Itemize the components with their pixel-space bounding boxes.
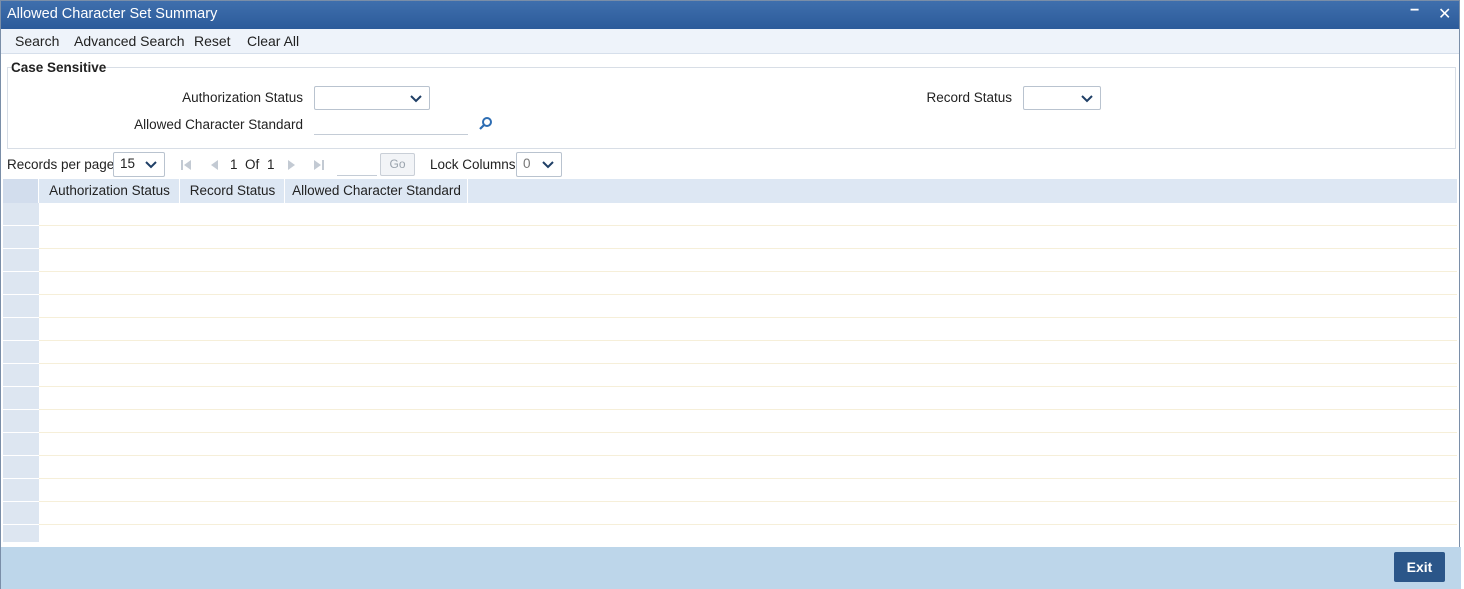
grid-header: Authorization Status Record Status Allow… bbox=[3, 179, 1457, 203]
table-row[interactable] bbox=[3, 387, 1457, 410]
chevron-down-icon bbox=[1081, 95, 1093, 103]
authorization-status-select[interactable] bbox=[314, 86, 430, 110]
reset-button[interactable]: Reset bbox=[194, 33, 231, 49]
table-row[interactable] bbox=[3, 433, 1457, 456]
case-sensitive-legend: Case Sensitive bbox=[11, 60, 107, 75]
chevron-down-icon bbox=[410, 95, 422, 103]
advanced-search-button[interactable]: Advanced Search bbox=[74, 33, 185, 49]
pagination-bar: Records per page 15 1 Of 1 Go Lock Colum… bbox=[1, 152, 1459, 178]
column-header-authorization-status[interactable]: Authorization Status bbox=[40, 179, 180, 203]
go-button[interactable]: Go bbox=[380, 153, 415, 176]
table-row[interactable] bbox=[3, 502, 1457, 525]
allowed-character-standard-label: Allowed Character Standard bbox=[134, 117, 303, 132]
title-bar: Allowed Character Set Summary − ✕ bbox=[1, 1, 1459, 29]
of-label: Of bbox=[245, 157, 260, 172]
chevron-down-icon bbox=[145, 161, 157, 169]
table-row[interactable] bbox=[3, 226, 1457, 249]
clear-all-button[interactable]: Clear All bbox=[247, 33, 299, 49]
search-button[interactable]: Search bbox=[15, 33, 59, 49]
minimize-icon[interactable]: − bbox=[1410, 2, 1419, 20]
records-per-page-label: Records per page bbox=[7, 157, 115, 172]
record-status-label: Record Status bbox=[926, 90, 1012, 105]
table-row[interactable] bbox=[3, 318, 1457, 341]
select-all-cell[interactable] bbox=[3, 179, 39, 203]
table-row[interactable] bbox=[3, 295, 1457, 318]
chevron-down-icon bbox=[542, 161, 554, 169]
lock-columns-label: Lock Columns bbox=[430, 157, 516, 172]
table-row[interactable] bbox=[3, 364, 1457, 387]
table-row[interactable] bbox=[3, 272, 1457, 295]
summary-window: Allowed Character Set Summary − ✕ Search… bbox=[0, 0, 1461, 589]
record-status-select[interactable] bbox=[1023, 86, 1101, 110]
page-number-input[interactable] bbox=[337, 154, 377, 176]
authorization-status-label: Authorization Status bbox=[182, 90, 303, 105]
table-row[interactable] bbox=[3, 203, 1457, 226]
close-icon[interactable]: ✕ bbox=[1438, 4, 1451, 24]
column-header-record-status[interactable]: Record Status bbox=[181, 179, 285, 203]
search-criteria-panel bbox=[7, 67, 1456, 149]
previous-page-icon[interactable] bbox=[207, 158, 221, 172]
allowed-character-standard-input[interactable] bbox=[314, 113, 468, 135]
search-icon[interactable] bbox=[478, 116, 493, 131]
exit-button[interactable]: Exit bbox=[1394, 552, 1445, 582]
table-row[interactable] bbox=[3, 456, 1457, 479]
table-row[interactable] bbox=[3, 410, 1457, 433]
records-per-page-select[interactable]: 15 bbox=[113, 152, 165, 177]
table-row[interactable] bbox=[3, 525, 1457, 543]
first-page-icon[interactable] bbox=[179, 158, 193, 172]
next-page-icon[interactable] bbox=[285, 158, 299, 172]
current-page: 1 bbox=[230, 157, 238, 172]
column-header-allowed-character-standard[interactable]: Allowed Character Standard bbox=[286, 179, 468, 203]
last-page-icon[interactable] bbox=[312, 158, 326, 172]
results-grid: Authorization Status Record Status Allow… bbox=[3, 179, 1457, 543]
footer-bar: Exit bbox=[1, 547, 1461, 589]
toolbar: Search Advanced Search Reset Clear All bbox=[1, 29, 1459, 54]
table-row[interactable] bbox=[3, 249, 1457, 272]
total-pages: 1 bbox=[267, 157, 275, 172]
lock-columns-select[interactable]: 0 bbox=[516, 152, 562, 177]
table-row[interactable] bbox=[3, 479, 1457, 502]
window-title: Allowed Character Set Summary bbox=[7, 6, 218, 22]
table-row[interactable] bbox=[3, 341, 1457, 364]
